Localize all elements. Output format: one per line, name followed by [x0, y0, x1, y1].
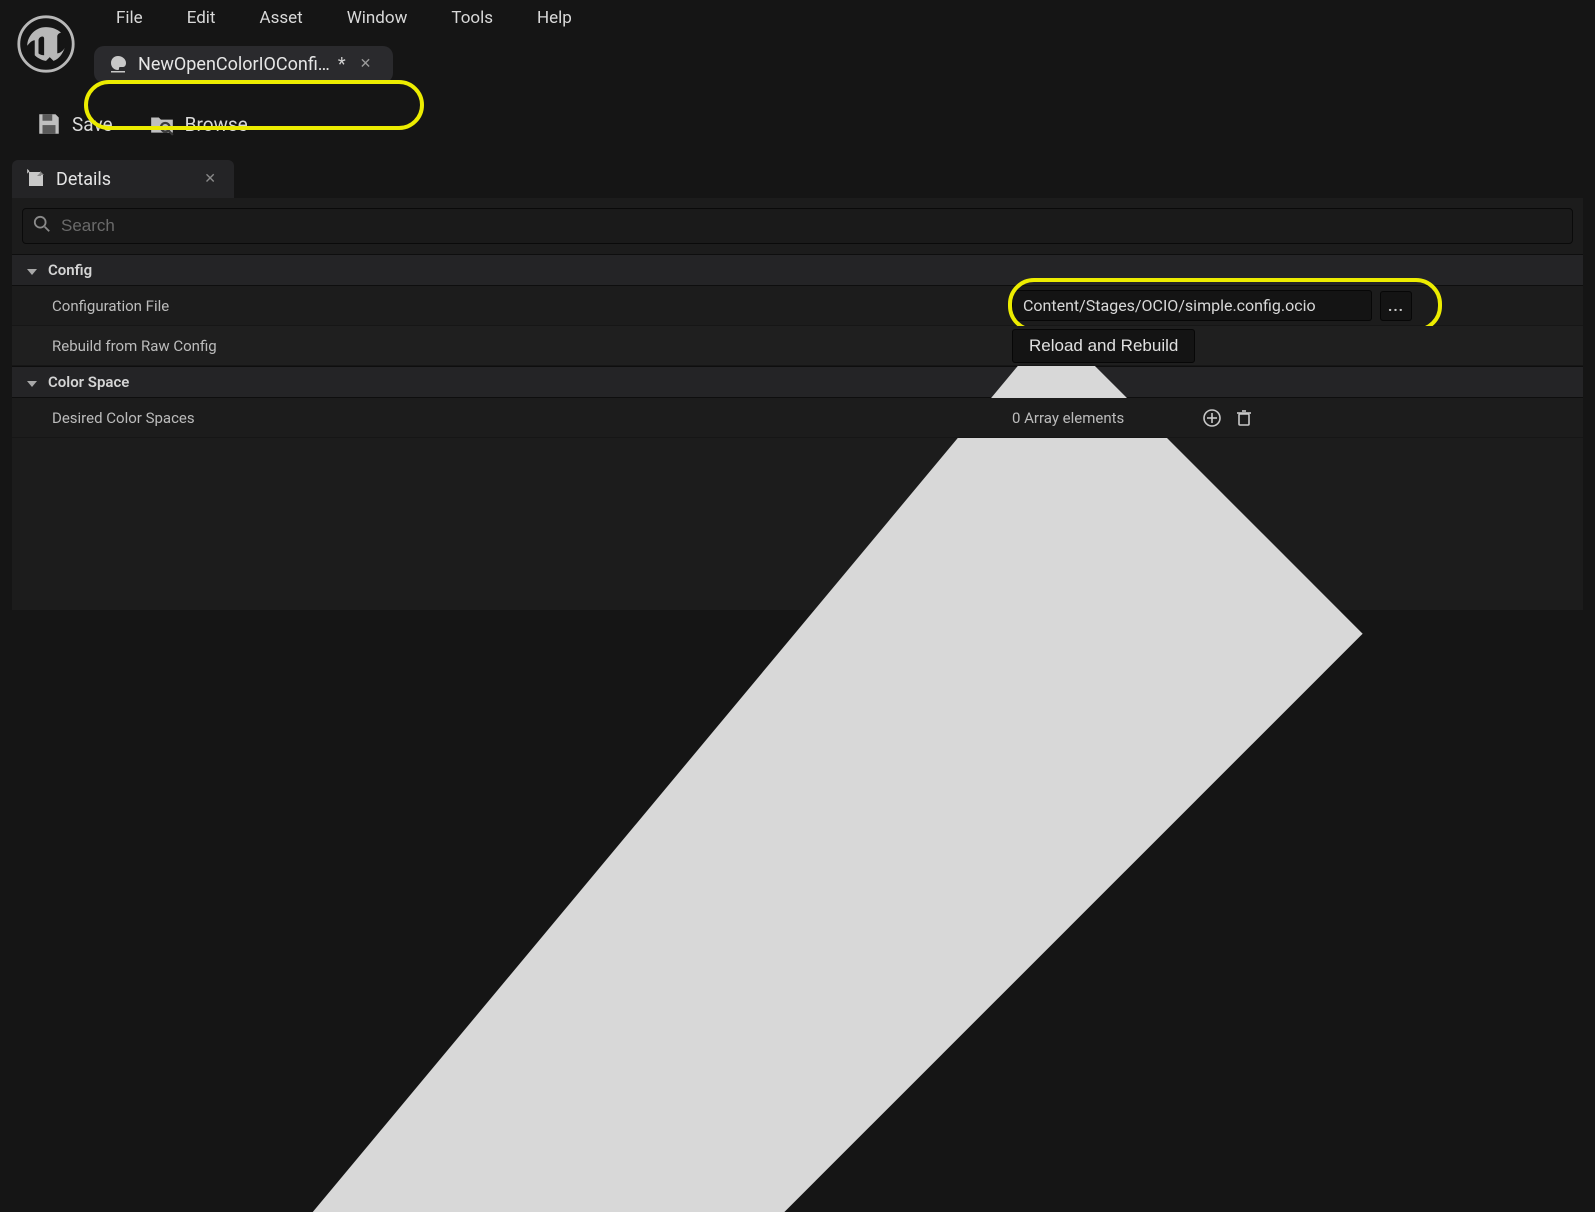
menu-asset[interactable]: Asset — [237, 2, 324, 34]
asset-tab[interactable]: NewOpenColorIOConfi… * ✕ — [94, 46, 393, 83]
menu-tools[interactable]: Tools — [429, 2, 515, 34]
menu-edit[interactable]: Edit — [165, 2, 238, 34]
save-button[interactable]: Save — [30, 107, 119, 141]
prop-label-rebuild: Rebuild from Raw Config — [52, 337, 1012, 355]
prop-row-configuration-file: Configuration File Content/Stages/OCIO/s… — [12, 286, 1583, 326]
add-array-element-button[interactable] — [1200, 406, 1224, 430]
menu-bar: File Edit Asset Window Tools Help — [0, 0, 1595, 36]
asset-tab-row: NewOpenColorIOConfi… * ✕ — [0, 36, 1595, 92]
prop-row-rebuild: Rebuild from Raw Config Reload and Rebui… — [12, 326, 1583, 366]
array-element-count: 0 Array elements — [1012, 409, 1192, 427]
prop-label-configuration-file: Configuration File — [52, 297, 1012, 315]
asset-tab-label: NewOpenColorIOConfi… — [138, 54, 330, 75]
details-tab[interactable]: Details ✕ — [12, 160, 234, 198]
menu-file[interactable]: File — [94, 2, 165, 34]
menu-help[interactable]: Help — [515, 2, 594, 34]
asset-toolbar: Save Browse — [0, 100, 1595, 148]
details-icon — [26, 169, 46, 189]
chevron-down-icon — [26, 264, 38, 276]
close-icon[interactable]: ✕ — [356, 54, 376, 74]
prop-label-desired-color-spaces: Desired Color Spaces — [52, 409, 1012, 427]
configuration-file-field[interactable]: Content/Stages/OCIO/simple.config.ocio — [1012, 290, 1372, 321]
reload-rebuild-button[interactable]: Reload and Rebuild — [1012, 329, 1195, 363]
save-label: Save — [72, 113, 113, 136]
panel-tab-bar: Details ✕ — [0, 160, 1595, 198]
color-config-icon — [108, 54, 128, 74]
menu-window[interactable]: Window — [325, 2, 430, 34]
browse-file-button[interactable]: ... — [1380, 291, 1412, 321]
clear-array-button[interactable] — [1232, 406, 1256, 430]
browse-label: Browse — [185, 113, 248, 136]
browse-button[interactable]: Browse — [143, 107, 254, 141]
asset-tab-dirty-indicator: * — [338, 54, 346, 75]
save-icon — [36, 111, 62, 137]
browse-icon — [149, 111, 175, 137]
chevron-down-icon — [26, 376, 38, 388]
prop-row-desired-color-spaces: Desired Color Spaces 0 Array elements — [12, 398, 1583, 438]
